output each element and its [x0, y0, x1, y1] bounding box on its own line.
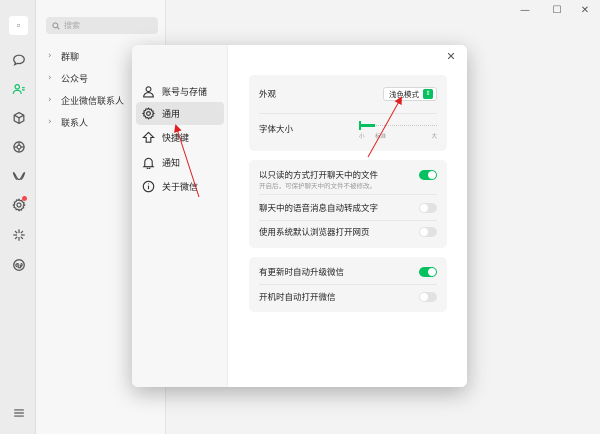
search-placeholder: 搜索	[64, 21, 80, 30]
maximize-button[interactable]: ☐	[548, 4, 566, 16]
wecom-contacts-item[interactable]: › 企业微信联系人	[48, 93, 124, 107]
channels-icon[interactable]	[9, 166, 28, 185]
up-arrow-icon	[142, 131, 155, 143]
minimize-button[interactable]: —	[516, 4, 534, 16]
chevron-right-icon: ›	[48, 117, 52, 127]
chat-icon[interactable]	[9, 50, 28, 69]
auto-upgrade-row: 有更新时自动升级微信	[259, 265, 437, 279]
divider	[259, 113, 437, 114]
nav-label: 快捷键	[162, 134, 190, 144]
voice-to-text-row: 聊天中的语音消息自动转成文字	[259, 201, 437, 215]
font-size-label: 字体大小	[259, 125, 294, 135]
user-icon	[143, 86, 154, 98]
voice-to-text-label: 聊天中的语音消息自动转成文字	[259, 204, 379, 214]
contacts-item[interactable]: › 联系人	[48, 115, 88, 129]
slider-fill	[359, 124, 375, 127]
settings-content: 外观 浅色模式 ⇕ 字体大小 小 标准 大 以只读的方式打开聊天中的文件 开启后…	[228, 45, 467, 387]
tick-small: 小	[359, 134, 365, 140]
contacts-icon[interactable]	[9, 79, 28, 98]
nav-account-storage[interactable]: 账号与存储	[136, 80, 224, 103]
readonly-toggle[interactable]	[419, 170, 437, 180]
group-label: 企业微信联系人	[61, 96, 125, 107]
settings-dialog: 账号与存储 通用 快捷键 通知 关于微信 外观 浅色模式 ⇕ 字体大小 小 标准…	[132, 45, 467, 387]
nav-label: 通知	[162, 159, 181, 169]
settings-icon[interactable]	[9, 195, 28, 214]
chat-options-card: 以只读的方式打开聊天中的文件 开启后，可保护聊天中的文件不被修改。 聊天中的语音…	[249, 160, 447, 248]
bell-icon	[142, 157, 155, 169]
appearance-mode-value: 浅色模式	[389, 89, 419, 99]
divider	[259, 220, 437, 221]
updates-card: 有更新时自动升级微信 开机时自动打开微信	[249, 257, 447, 312]
gear-icon	[142, 107, 155, 120]
search-icon	[52, 21, 60, 30]
voice-to-text-toggle[interactable]	[419, 203, 437, 213]
group-label: 群聊	[61, 52, 80, 63]
chevron-updown-icon: ⇕	[423, 89, 433, 99]
appearance-mode-select[interactable]: 浅色模式 ⇕	[383, 87, 437, 101]
tick-large: 大	[431, 134, 437, 140]
system-browser-label: 使用系统默认浏览器打开网页	[259, 228, 370, 238]
nav-general[interactable]: 通用	[136, 102, 224, 125]
nav-shortcuts[interactable]: 快捷键	[136, 126, 224, 149]
group-label: 联系人	[61, 118, 89, 129]
autostart-label: 开机时自动打开微信	[259, 293, 336, 303]
nav-label: 关于微信	[162, 183, 199, 193]
search-input[interactable]: 搜索	[46, 17, 158, 34]
official-accounts-item[interactable]: › 公众号	[48, 71, 88, 85]
chevron-right-icon: ›	[48, 73, 52, 83]
menu-icon[interactable]	[9, 403, 28, 422]
nav-label: 通用	[162, 110, 181, 120]
window-close-button[interactable]: ✕	[576, 4, 594, 16]
system-browser-toggle[interactable]	[419, 227, 437, 237]
appearance-row: 外观 浅色模式 ⇕	[259, 86, 437, 102]
group-chats-item[interactable]: › 群聊	[48, 49, 79, 63]
readonly-description: 开启后，可保护聊天中的文件不被修改。	[259, 182, 376, 190]
font-size-slider[interactable]: 小 标准 大	[359, 119, 437, 140]
appearance-card: 外观 浅色模式 ⇕ 字体大小 小 标准 大	[249, 75, 447, 151]
autostart-row: 开机时自动打开微信	[259, 290, 437, 304]
info-icon	[142, 180, 155, 193]
notification-dot	[22, 196, 27, 201]
avatar[interactable]: ▫	[9, 16, 28, 35]
chevron-right-icon: ›	[48, 51, 52, 61]
tick-standard: 标准	[375, 134, 387, 140]
group-label: 公众号	[61, 74, 89, 85]
auto-upgrade-toggle[interactable]	[419, 267, 437, 277]
moments-icon[interactable]	[9, 137, 28, 156]
system-browser-row: 使用系统默认浏览器打开网页	[259, 225, 437, 239]
slider-handle[interactable]	[359, 121, 361, 130]
dialog-close-button[interactable]: ✕	[444, 49, 458, 63]
divider	[259, 284, 437, 285]
nav-label: 账号与存储	[162, 88, 208, 98]
settings-nav: 账号与存储 通用 快捷键 通知 关于微信	[132, 45, 228, 387]
nav-about[interactable]: 关于微信	[136, 175, 224, 198]
autostart-toggle[interactable]	[419, 292, 437, 302]
mini-program-icon[interactable]	[9, 255, 28, 274]
auto-upgrade-label: 有更新时自动升级微信	[259, 268, 345, 278]
discover-icon[interactable]	[9, 225, 28, 244]
divider	[259, 194, 437, 195]
appearance-label: 外观	[259, 90, 277, 100]
collections-icon[interactable]	[9, 108, 28, 127]
icon-rail: ▫	[0, 0, 36, 434]
chevron-right-icon: ›	[48, 95, 52, 105]
nav-notifications[interactable]: 通知	[136, 151, 224, 174]
